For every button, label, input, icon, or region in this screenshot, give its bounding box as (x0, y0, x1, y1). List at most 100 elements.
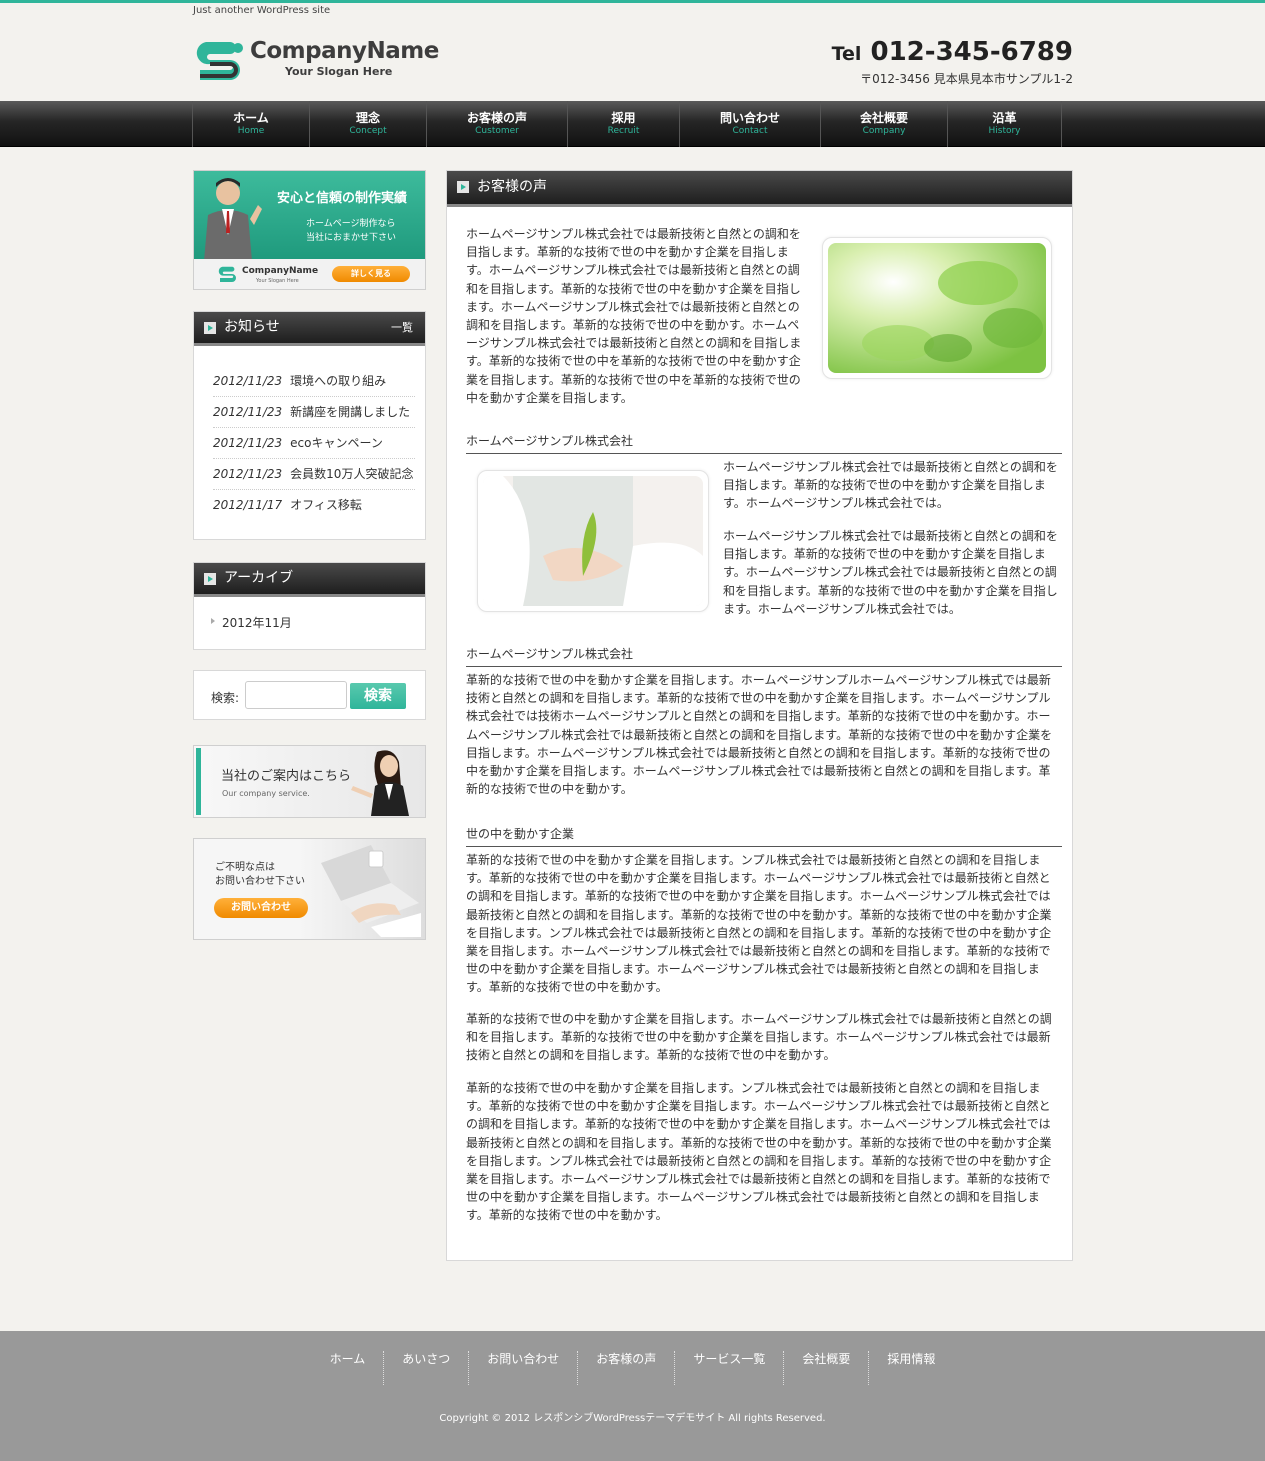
footer-link-customer[interactable]: お客様の声 (578, 1351, 676, 1385)
section-paragraph: 革新的な技術で世の中を動かす企業を目指します。ホームページサンプル株式会社では最… (466, 1012, 1052, 1063)
nav-item-customer[interactable]: お客様の声 Customer (427, 101, 568, 147)
nav-item-contact[interactable]: 問い合わせ Contact (680, 101, 821, 147)
search-button[interactable]: 検索 (350, 683, 406, 709)
news-date: 2012/11/23 (213, 374, 283, 388)
tel-number: 012-345-6789 (870, 37, 1074, 67)
top-accent-line (0, 0, 1265, 3)
news-date: 2012/11/23 (213, 467, 283, 481)
section-heading: 世の中を動かす企業 (466, 825, 1062, 847)
news-text[interactable]: ecoキャンペーン (290, 436, 383, 450)
footer-link-company[interactable]: 会社概要 (784, 1351, 870, 1385)
nav-item-recruit[interactable]: 採用 Recruit (568, 101, 680, 147)
nav-item-concept[interactable]: 理念 Concept (310, 101, 427, 147)
archive-link[interactable]: 2012年11月 (194, 597, 425, 631)
section-paragraph: ホームページサンプル株式会社では最新技術と自然との調和を目指します。革新的な技術… (723, 529, 1058, 616)
company-logo-icon[interactable] (196, 40, 244, 80)
news-item[interactable]: 2012/11/23 環境への取り組み (213, 366, 415, 397)
banner-subtext-line1: ホームページ制作なら (306, 219, 396, 229)
banner-heading: 安心と信頼の制作実績 (276, 191, 407, 206)
archive-widget: アーカイブ 2012年11月 (193, 562, 426, 650)
nav-label: 問い合わせ (719, 111, 780, 125)
footer-nav: ホーム あいさつ お問い合わせ お客様の声 サービス一覧 会社概要 採用情報 (0, 1351, 1265, 1385)
company-logo-icon (218, 266, 236, 282)
nav-sublabel: Home (237, 126, 265, 136)
contact-banner-line2: お問い合わせ下さい (215, 876, 305, 887)
section-paragraph: 革新的な技術で世の中を動かす企業を目指します。ンプル株式会社では最新技術と自然と… (466, 1081, 1052, 1223)
archive-widget-header: アーカイブ (194, 563, 425, 597)
works-banner[interactable]: 安心と信頼の制作実績 ホームページ制作なら 当社におまかせ下さい CompanyN… (193, 170, 426, 290)
nav-label: 理念 (355, 111, 380, 125)
tel-label: Tel (831, 43, 862, 65)
company-address: 〒012-3456 見本県見本市サンプル1-2 (860, 72, 1073, 86)
footer-link-contact[interactable]: お問い合わせ (469, 1351, 579, 1385)
archive-title: アーカイブ (224, 570, 294, 586)
contact-banner-line1: ご不明な点は (215, 862, 275, 873)
news-list-link[interactable]: 一覧 (391, 312, 413, 343)
nav-label: 沿革 (992, 111, 1017, 125)
news-text[interactable]: 会員数10万人突破記念 (290, 467, 413, 481)
nav-label: お客様の声 (466, 111, 527, 125)
company-guide-title: 当社のご案内はこちら (221, 769, 352, 784)
nav-label: 採用 (611, 111, 636, 125)
news-date: 2012/11/23 (213, 436, 283, 450)
search-input[interactable] (245, 681, 347, 709)
businesswoman-image (351, 750, 409, 816)
nav-label: 会社概要 (859, 111, 908, 125)
phone-number: Tel 012-345-6789 (832, 37, 1073, 67)
copyright: Copyright © 2012 レスポンシブWordPressテーマデモサイト… (439, 1413, 826, 1424)
company-name[interactable]: CompanyName (250, 38, 439, 64)
footer-link-greeting[interactable]: あいさつ (384, 1351, 470, 1385)
news-text[interactable]: オフィス移転 (290, 498, 362, 512)
nav-item-history[interactable]: 沿革 History (948, 101, 1062, 147)
green-leaves-image (828, 243, 1046, 373)
banner-company-name: CompanyName (242, 266, 319, 276)
banner-slogan: Your Slogan Here (256, 278, 299, 284)
main-content: お客様の声 ホームページサンプル株式会社では最新技術と自然との調和を目指します。… (446, 170, 1073, 1261)
nav-item-company[interactable]: 会社概要 Company (821, 101, 948, 147)
news-item[interactable]: 2012/11/23 ecoキャンペーン (213, 428, 415, 459)
hands-photo (477, 470, 709, 612)
banner-subtext-line2: 当社におまかせ下さい (306, 233, 397, 243)
nav-sublabel: Customer (475, 126, 519, 136)
news-title: お知らせ (224, 319, 280, 335)
company-guide-subtitle: Our company service. (222, 789, 310, 798)
news-date: 2012/11/17 (213, 498, 283, 512)
nav-item-home[interactable]: ホーム Home (193, 101, 310, 147)
details-button[interactable]: 詳しく見る (332, 266, 410, 282)
arrow-icon (204, 573, 216, 585)
nav-sublabel: Recruit (607, 126, 640, 136)
news-date: 2012/11/23 (213, 405, 283, 419)
contact-banner[interactable]: ご不明な点はお問い合わせ下さい お問い合わせ (193, 838, 426, 940)
section-paragraph: ホームページサンプル株式会社では最新技術と自然との調和を目指します。革新的な技術… (723, 460, 1058, 511)
news-item[interactable]: 2012/11/23 会員数10万人突破記念 (213, 459, 415, 490)
news-item[interactable]: 2012/11/23 新講座を開講しました (213, 397, 415, 428)
nav-label: ホーム (233, 111, 269, 125)
section-heading: ホームページサンプル株式会社 (466, 645, 1062, 667)
site-tagline: Just another WordPress site (193, 5, 331, 16)
footer: ホーム あいさつ お問い合わせ お客様の声 サービス一覧 会社概要 採用情報 C… (0, 1331, 1265, 1461)
company-slogan: Your Slogan Here (285, 65, 393, 78)
footer-link-recruit[interactable]: 採用情報 (869, 1351, 953, 1385)
page-title: お客様の声 (477, 179, 547, 195)
laptop-typing-image (321, 845, 421, 937)
leaves-photo (822, 237, 1052, 379)
banner-footer: CompanyName Your Slogan Here 詳しく見る (194, 259, 425, 289)
page-title-bar: お客様の声 (447, 171, 1072, 207)
news-widget: お知らせ 一覧 2012/11/23 環境への取り組み 2012/11/23 新講座… (193, 311, 426, 540)
footer-link-services[interactable]: サービス一覧 (675, 1351, 785, 1385)
businessman-image (204, 178, 262, 261)
news-text[interactable]: 新講座を開講しました (290, 405, 410, 419)
contact-button[interactable]: お問い合わせ (214, 898, 308, 918)
banner-subtext: ホームページ制作なら 当社におまかせ下さい (306, 217, 396, 245)
news-text[interactable]: 環境への取り組み (290, 374, 386, 388)
accent-bar (196, 748, 201, 815)
nav-sublabel: History (988, 126, 1021, 136)
company-guide-banner[interactable]: 当社のご案内はこちら Our company service. (193, 745, 426, 818)
global-nav: ホーム Home 理念 Concept お客様の声 Customer 採用 Recrui… (0, 101, 1265, 147)
section-paragraph: 革新的な技術で世の中を動かす企業を目指します。ンプル株式会社では最新技術と自然と… (466, 853, 1052, 995)
footer-link-home[interactable]: ホーム (312, 1351, 385, 1385)
news-item[interactable]: 2012/11/17 オフィス移転 (213, 490, 415, 521)
news-list: 2012/11/23 環境への取り組み 2012/11/23 新講座を開講しました … (194, 346, 425, 521)
arrow-icon (204, 322, 216, 334)
news-widget-header: お知らせ 一覧 (194, 312, 425, 346)
